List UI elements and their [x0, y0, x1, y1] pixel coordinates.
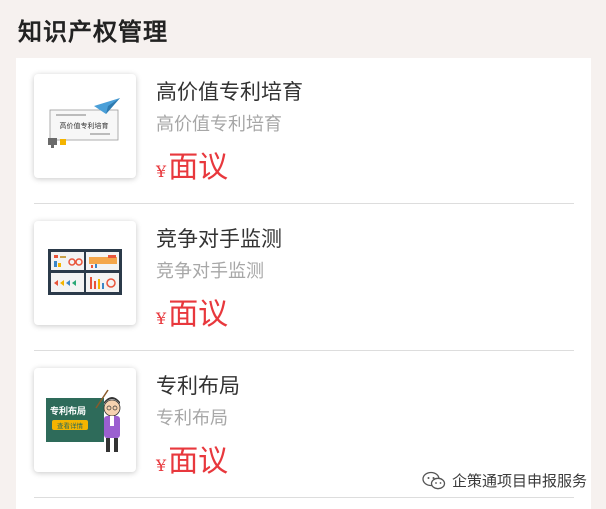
thumbnail-caption: 高价值专利培育	[60, 121, 109, 130]
page-title: 知识产权管理	[18, 17, 168, 46]
price: ¥面议	[156, 142, 228, 186]
product-thumbnail[interactable]: 专利布局 查看详情	[34, 368, 136, 472]
list-item[interactable]: 高价值专利培育 高价值专利培育 高价值专利培育 ¥面议	[34, 58, 574, 204]
currency-symbol: ¥	[156, 162, 167, 181]
divider	[34, 203, 574, 204]
item-subtitle: 竞争对手监测	[156, 261, 264, 282]
price-value: 面议	[168, 444, 229, 479]
product-list: 高价值专利培育 高价值专利培育 高价值专利培育 ¥面议 竞争对手监测 竞争对手监…	[16, 58, 591, 509]
item-subtitle: 专利布局	[156, 408, 228, 429]
item-title[interactable]: 竞争对手监测	[156, 223, 282, 253]
teacher-blackboard-illustration: 专利布局 查看详情	[46, 378, 124, 458]
board-text: 专利布局	[50, 405, 86, 417]
price: ¥面议	[156, 289, 228, 333]
header: 知识产权管理	[0, 0, 606, 58]
divider	[34, 350, 574, 351]
item-title[interactable]: 高价值专利培育	[156, 76, 303, 106]
currency-symbol: ¥	[156, 309, 167, 328]
product-thumbnail[interactable]	[34, 221, 136, 325]
dashboard-charts-illustration	[46, 231, 124, 311]
list-item[interactable]: 竞争对手监测 竞争对手监测 ¥面议	[34, 205, 574, 351]
wechat-icon	[422, 471, 446, 489]
board-button-text: 查看详情	[57, 421, 84, 430]
watermark: 企策通项目申报服务	[422, 470, 587, 491]
price-value: 面议	[168, 150, 229, 185]
price-value: 面议	[168, 297, 229, 332]
product-thumbnail[interactable]: 高价值专利培育	[34, 74, 136, 178]
currency-symbol: ¥	[156, 456, 167, 475]
item-title[interactable]: 专利布局	[156, 370, 240, 400]
item-subtitle: 高价值专利培育	[156, 114, 282, 135]
price: ¥面议	[156, 436, 228, 480]
divider	[34, 497, 574, 498]
watermark-text: 企策通项目申报服务	[452, 472, 588, 490]
paper-plane-screen-illustration: 高价值专利培育	[46, 84, 124, 164]
